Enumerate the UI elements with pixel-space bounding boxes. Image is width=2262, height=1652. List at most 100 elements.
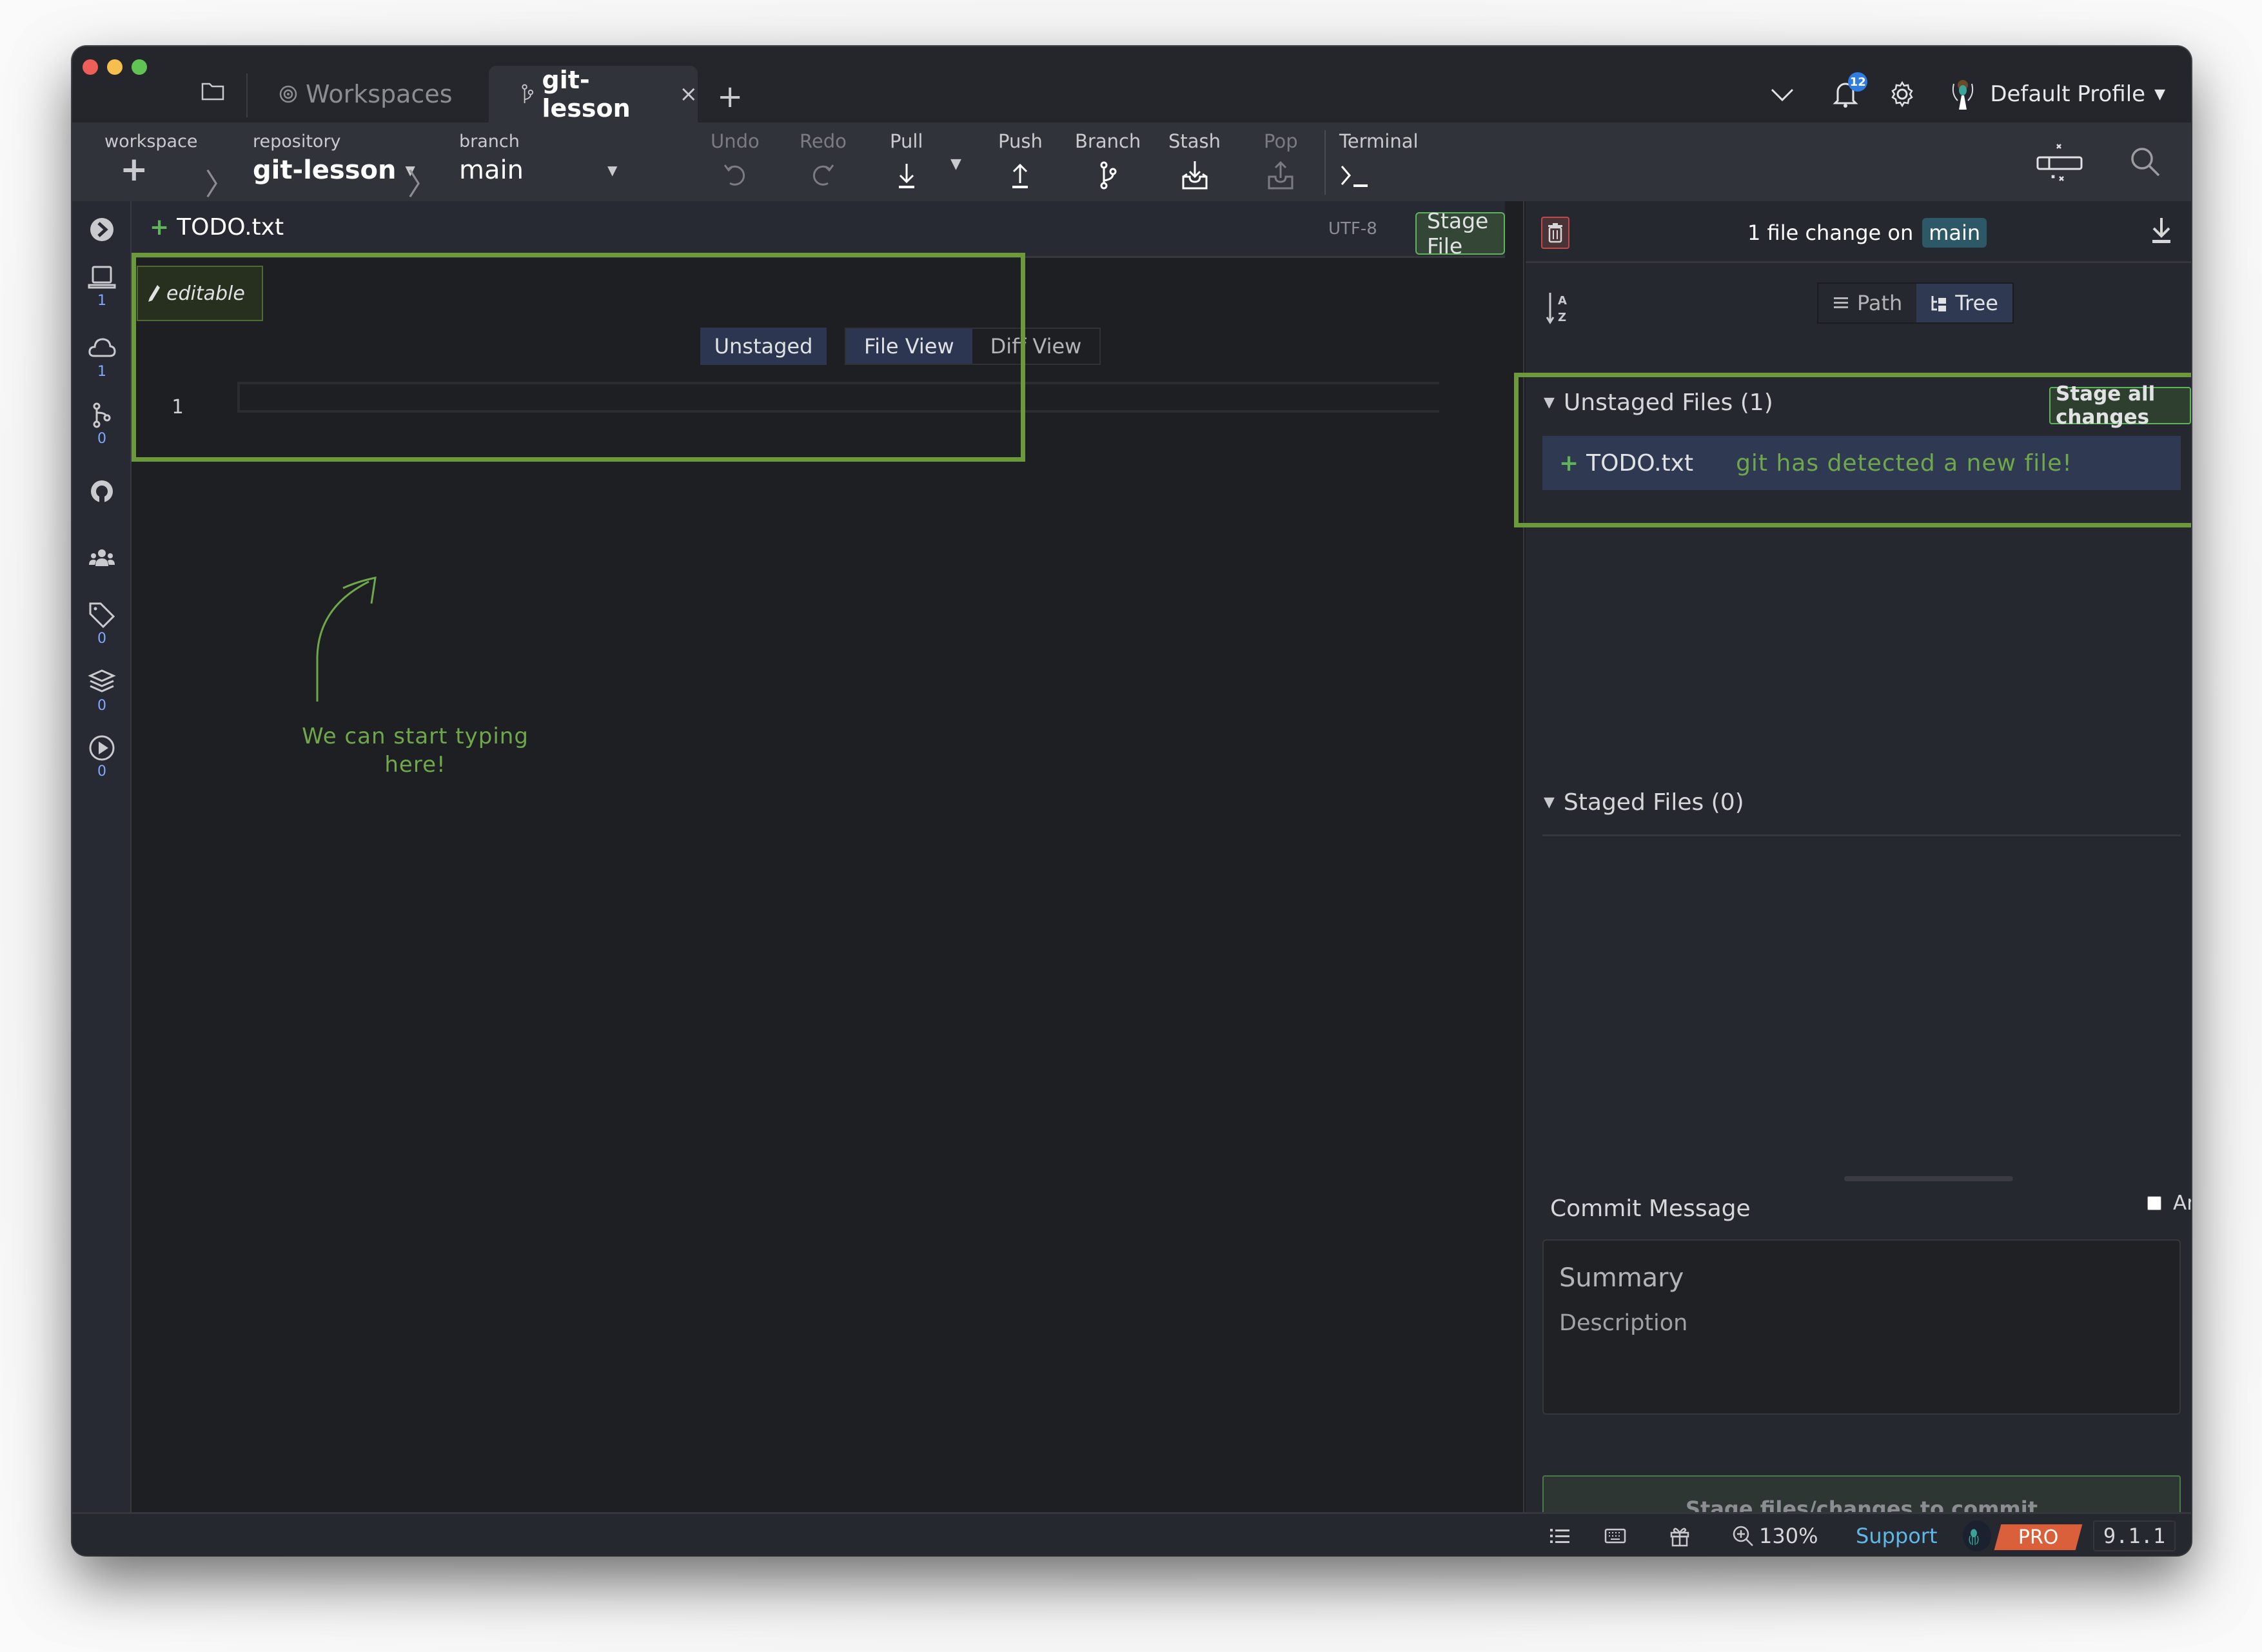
pro-badge[interactable]: PRO <box>1994 1524 2083 1550</box>
zoom-level[interactable]: 130% <box>1732 1524 1818 1548</box>
annotation-text: We can start typing here! <box>302 723 529 778</box>
minimize-window-button[interactable] <box>107 59 123 75</box>
panel-resize-handle[interactable] <box>1505 201 1524 1512</box>
sidebar-item-github[interactable] <box>72 477 132 506</box>
annotation-text: git has detected a new file! <box>1736 449 2072 477</box>
branch-button[interactable]: Branch <box>1075 130 1141 193</box>
whats-new-button[interactable] <box>1669 1524 1691 1548</box>
sort-az-icon[interactable]: A Z <box>1545 290 1571 326</box>
branch-pill: main <box>1922 218 1987 248</box>
terminal-label: Terminal <box>1339 130 1419 152</box>
laptop-icon <box>88 266 116 289</box>
editor-line-1[interactable] <box>237 382 1439 413</box>
pencil-icon <box>148 285 160 302</box>
sidebar-item-pull-requests[interactable]: 0 <box>72 401 132 447</box>
changes-panel: 1 file change on main A Z Path Tree ▼ Un… <box>1526 201 2191 1542</box>
undo-icon <box>723 164 745 186</box>
pop-icon <box>1268 161 1293 190</box>
list-icon <box>1550 1529 1569 1543</box>
terminal-button[interactable]: Terminal <box>1339 130 1419 193</box>
tab-git-lesson[interactable]: git-lesson × <box>489 66 698 123</box>
pull-requests-count: 0 <box>97 431 106 447</box>
commit-resize-handle[interactable] <box>1844 1176 2013 1181</box>
stage-file-button[interactable]: Stage File <box>1415 208 1505 259</box>
sidebar-item-actions[interactable]: 0 <box>72 734 132 780</box>
search-icon[interactable] <box>2129 146 2161 178</box>
svg-text:Z: Z <box>1558 311 1566 324</box>
keyboard-shortcuts-button[interactable] <box>1604 1524 1626 1548</box>
redo-button[interactable]: Redo <box>800 130 847 193</box>
commit-description-input[interactable] <box>1559 1310 2165 1407</box>
branch-label: branch <box>459 132 520 152</box>
avatar[interactable] <box>1950 77 1976 111</box>
sidebar-item-stashes[interactable]: 0 <box>72 668 132 714</box>
divider <box>1324 130 1326 195</box>
amend-checkbox[interactable]: Amend <box>2147 1192 2191 1215</box>
caret-down-icon[interactable]: ▼ <box>2154 86 2165 103</box>
add-workspace-icon[interactable]: + <box>120 150 148 189</box>
added-file-icon: + <box>1559 449 1579 477</box>
pop-button[interactable]: Pop <box>1264 130 1298 193</box>
svg-text:A: A <box>1558 294 1567 308</box>
unstaged-files-header[interactable]: ▼ Unstaged Files (1) <box>1544 389 1773 416</box>
repository-label: repository <box>253 132 341 152</box>
tab-label: git-lesson <box>542 66 631 123</box>
folder-icon[interactable] <box>201 81 224 101</box>
close-window-button[interactable] <box>83 59 98 75</box>
divider <box>246 74 248 117</box>
tab-label: Workspaces <box>306 80 453 108</box>
sidebar-item-teams[interactable] <box>72 544 132 573</box>
support-link[interactable]: Support <box>1856 1524 1938 1548</box>
maximize-window-button[interactable] <box>132 59 147 75</box>
chevron-down-icon[interactable] <box>1769 84 1795 104</box>
discard-changes-button[interactable] <box>1541 217 1569 249</box>
activity-log-button[interactable] <box>1549 1524 1571 1548</box>
sidebar-item-remote[interactable]: 1 <box>72 334 132 380</box>
collapse-triangle-icon: ▼ <box>1544 395 1555 411</box>
redo-label: Redo <box>800 130 847 152</box>
tags-count: 0 <box>97 631 106 647</box>
unstaged-toggle[interactable]: Unstaged <box>700 328 827 365</box>
profile-name[interactable]: Default Profile <box>1990 81 2145 107</box>
download-icon[interactable] <box>2150 217 2173 245</box>
divider <box>1542 834 2181 836</box>
sidebar-item-expand[interactable] <box>72 215 132 244</box>
pull-options-caret-icon[interactable]: ▼ <box>950 156 961 172</box>
breadcrumb-chevron-icon: 〉 <box>205 167 235 202</box>
diff-view-tab[interactable]: Diff View <box>972 329 1100 364</box>
undo-button[interactable]: Undo <box>711 130 760 193</box>
new-tab-button[interactable]: + <box>717 79 743 115</box>
tree-view-tab[interactable]: Tree <box>1916 284 2012 322</box>
push-icon <box>1012 163 1028 188</box>
push-button[interactable]: Push <box>998 130 1043 193</box>
encoding-label[interactable]: UTF-8 <box>1328 219 1377 239</box>
changes-summary: 1 file change on main <box>1747 218 1987 248</box>
layout-toggle-icon[interactable] <box>2035 142 2084 187</box>
branch-selector[interactable]: branch main ▼ <box>459 132 617 185</box>
sidebar-item-local[interactable]: 1 <box>72 263 132 309</box>
path-view-tab[interactable]: Path <box>1818 284 1917 322</box>
stash-button[interactable]: Stash <box>1168 130 1221 193</box>
app-window: Workspaces git-lesson × + 12 Default Pro… <box>72 46 2191 1555</box>
amend-checkbox-input[interactable] <box>2147 1195 2161 1212</box>
notifications-button[interactable]: 12 <box>1831 72 1868 110</box>
status-bar: 130% Support PRO 9.1.1 <box>72 1512 2191 1555</box>
changes-count-text: 1 file change on <box>1747 221 1914 245</box>
editable-badge[interactable]: editable <box>137 266 263 321</box>
github-icon <box>91 480 113 503</box>
unstaged-file-row[interactable]: + TODO.txt git has detected a new file! <box>1542 436 2181 490</box>
gear-icon[interactable] <box>1888 80 1916 108</box>
workspace-selector[interactable]: workspace + <box>104 132 198 189</box>
sidebar-item-tags[interactable]: 0 <box>72 601 132 647</box>
branch-name: main <box>459 155 524 185</box>
view-mode-toggle: File View Diff View <box>845 328 1101 365</box>
stage-all-changes-button[interactable]: Stage all changes <box>2049 382 2191 429</box>
pull-button[interactable]: Pull <box>890 130 923 193</box>
repository-selector[interactable]: repository git-lesson ▼ <box>253 132 415 185</box>
tab-workspaces[interactable]: Workspaces <box>279 66 453 123</box>
commit-summary-input[interactable] <box>1559 1260 2165 1296</box>
close-tab-icon[interactable]: × <box>680 81 698 107</box>
staged-files-title: Staged Files (0) <box>1563 789 1744 816</box>
staged-files-header[interactable]: ▼ Staged Files (0) <box>1544 789 1744 816</box>
file-view-tab[interactable]: File View <box>846 329 972 364</box>
